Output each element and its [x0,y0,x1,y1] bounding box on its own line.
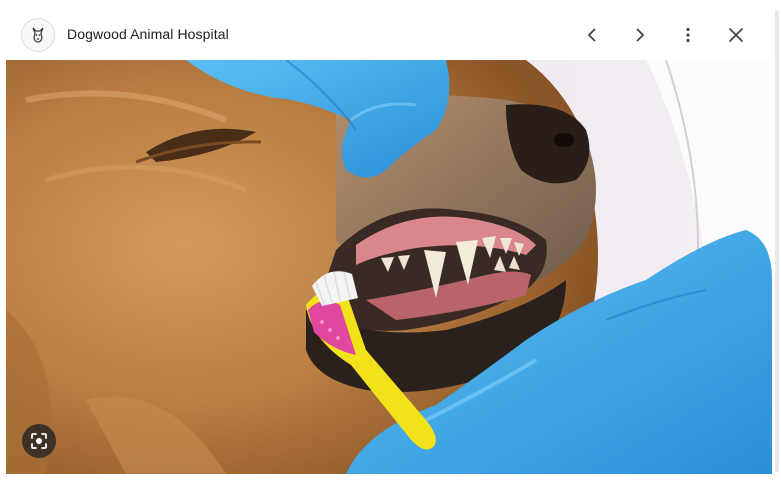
scrollbar[interactable] [775,10,779,472]
dog-teeth-brushing-photo [6,60,772,474]
close-icon [729,28,743,42]
chevron-right-icon [636,28,644,42]
site-title[interactable]: Dogwood Animal Hospital [67,26,229,42]
lens-search-icon [31,433,47,449]
close-button[interactable] [722,21,750,49]
chevron-left-icon [588,28,596,42]
more-options-button[interactable] [674,21,702,49]
main-image[interactable] [6,60,772,474]
lens-search-button[interactable] [22,424,56,458]
viewer-header: Dogwood Animal Hospital [6,8,772,60]
next-button[interactable] [626,21,654,49]
site-avatar[interactable] [21,18,55,52]
image-viewer-panel: Dogwood Animal Hospital [6,0,772,484]
more-vert-icon [686,27,690,43]
previous-button[interactable] [578,21,606,49]
dog-logo-icon [32,27,44,43]
